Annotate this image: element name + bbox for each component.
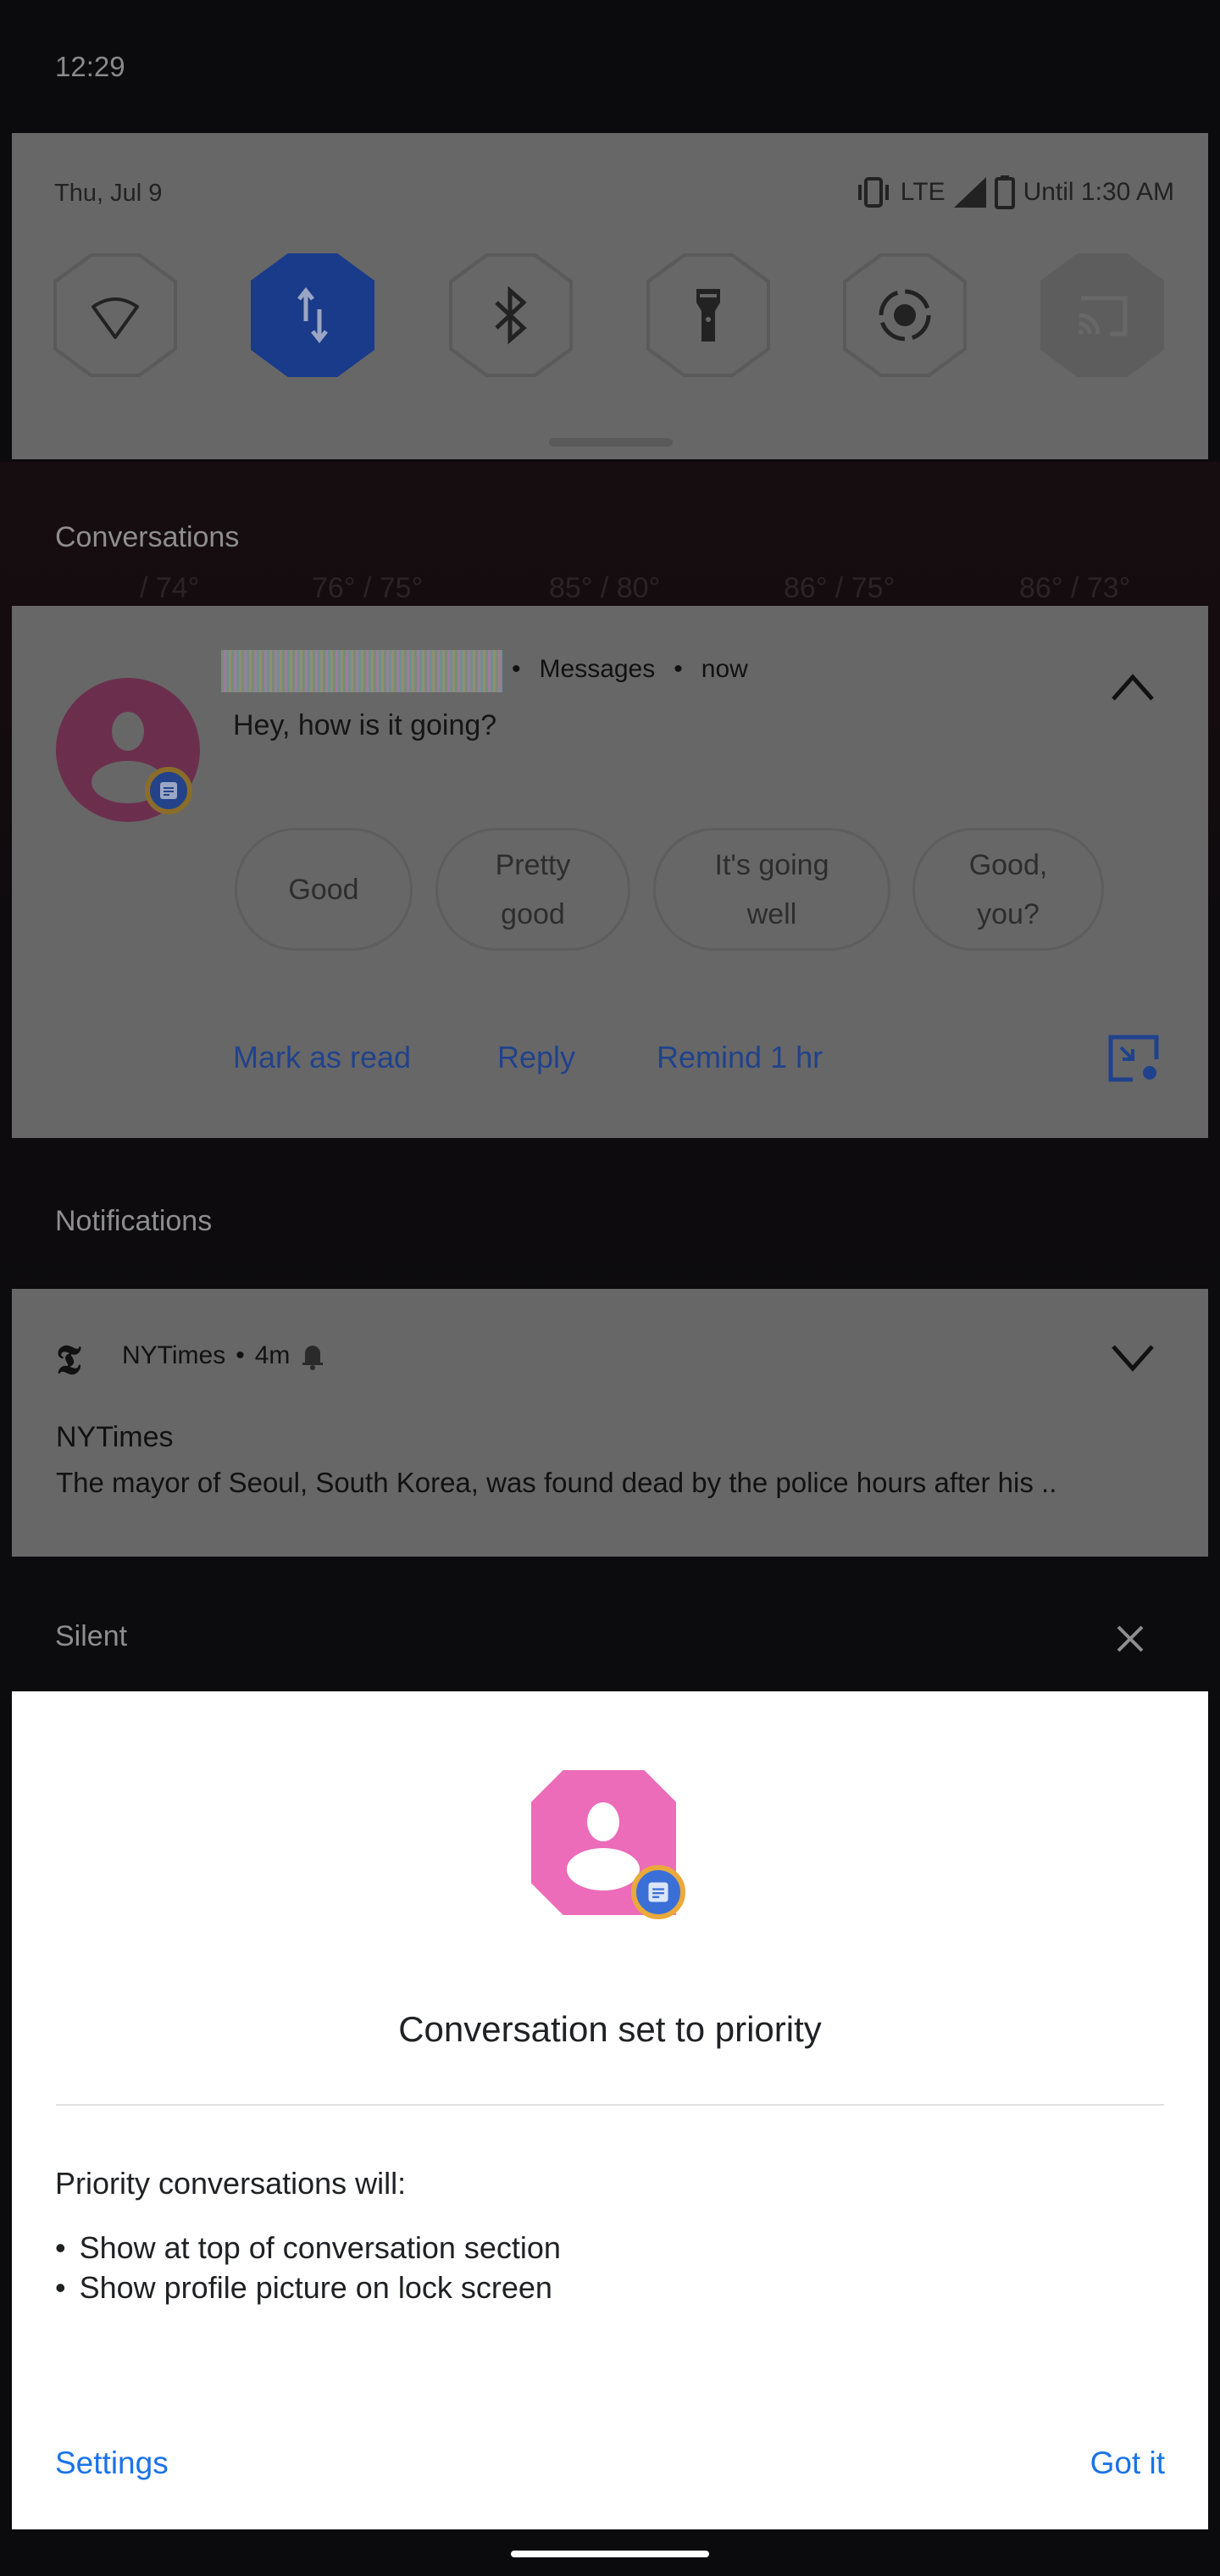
silent-header: Silent xyxy=(55,1620,128,1652)
network-type: LTE xyxy=(900,178,946,206)
weather-temp: 86° / 73° xyxy=(1019,572,1131,604)
drag-handle[interactable] xyxy=(549,438,673,447)
nytimes-notification[interactable]: 𝕿 NYTimes • 4m NYTimes The mayor of Seou… xyxy=(12,1289,1208,1557)
reply-button[interactable]: Reply xyxy=(497,1040,575,1075)
flashlight-tile[interactable] xyxy=(646,253,770,377)
mark-as-read-button[interactable]: Mark as read xyxy=(233,1040,411,1075)
conversation-notification[interactable]: • Messages • now Hey, how is it going? G… xyxy=(12,606,1208,1138)
separator-dot: • xyxy=(236,1341,245,1369)
notification-title: NYTimes xyxy=(56,1421,174,1453)
battery-icon xyxy=(994,175,1015,209)
priority-conversation-sheet: Conversation set to priority Priority co… xyxy=(12,1691,1208,2529)
wifi-tile[interactable] xyxy=(53,253,177,377)
message-text: Hey, how is it going? xyxy=(233,709,497,741)
quick-settings-panel: Thu, Jul 9 LTE Until 1:30 AM xyxy=(12,133,1208,459)
avatar-head xyxy=(112,712,144,751)
mobile-data-tile[interactable] xyxy=(251,253,374,377)
auto-rotate-tile[interactable] xyxy=(843,253,967,377)
collapse-chevron-icon[interactable] xyxy=(1110,672,1156,702)
message-icon xyxy=(648,1882,668,1902)
weather-temp: 86° / 75° xyxy=(784,572,896,604)
redacted-contact-name xyxy=(221,650,502,692)
app-name: Messages xyxy=(539,655,656,683)
vibrate-icon xyxy=(857,177,889,208)
notification-body: The mayor of Seoul, South Korea, was fou… xyxy=(56,1467,1057,1498)
got-it-button[interactable]: Got it xyxy=(1090,2446,1165,2481)
date[interactable]: Thu, Jul 9 xyxy=(54,180,162,208)
app-name: NYTimes xyxy=(122,1341,226,1369)
smart-reply-chip[interactable]: It's going well xyxy=(653,828,890,951)
data-arrows-icon xyxy=(297,286,328,344)
smart-reply-chip[interactable]: Good xyxy=(235,828,413,951)
weather-temp: 76° / 75° xyxy=(312,572,424,604)
remind-button[interactable]: Remind 1 hr xyxy=(657,1040,823,1075)
bullet-item: • Show at top of conversation section xyxy=(55,2230,561,2265)
weather-temp: / 74° xyxy=(140,572,200,604)
timestamp: 4m xyxy=(254,1341,291,1369)
separator-dot: • xyxy=(512,655,521,683)
bluetooth-icon xyxy=(495,286,527,345)
avatar-head xyxy=(587,1802,619,1841)
rotate-icon xyxy=(879,289,931,341)
bullet: • xyxy=(55,2230,66,2265)
nytimes-logo-icon: 𝕿 xyxy=(56,1336,81,1384)
smart-reply-chip[interactable]: Pretty good xyxy=(435,828,630,951)
messages-app-badge xyxy=(631,1865,685,1919)
bullet-item: • Show profile picture on lock screen xyxy=(55,2270,552,2305)
weather-temp: 85° / 80° xyxy=(549,572,661,604)
sheet-intro: Priority conversations will: xyxy=(55,2166,407,2201)
wifi-icon xyxy=(92,297,139,339)
message-icon xyxy=(160,782,177,799)
flashlight-icon xyxy=(696,289,720,341)
status-icons: LTE Until 1:30 AM xyxy=(855,175,1174,209)
sheet-title: Conversation set to priority xyxy=(398,2009,822,2049)
status-time: 12:29 xyxy=(55,51,125,82)
avatar-body xyxy=(567,1848,640,1890)
gesture-nav-handle[interactable] xyxy=(511,2551,709,2557)
bluetooth-tile[interactable] xyxy=(449,253,573,377)
divider xyxy=(56,2104,1164,2106)
conversations-header: Conversations xyxy=(55,521,240,553)
messages-app-badge xyxy=(145,767,192,814)
bubble-icon[interactable] xyxy=(1107,1034,1160,1083)
cast-icon xyxy=(1079,296,1128,336)
battery-text: Until 1:30 AM xyxy=(1023,178,1174,206)
settings-button[interactable]: Settings xyxy=(55,2446,169,2481)
dismiss-silent-icon[interactable] xyxy=(1115,1624,1145,1654)
timestamp: now xyxy=(701,655,748,683)
bullet: • xyxy=(55,2270,66,2305)
separator-dot: • xyxy=(674,655,683,683)
notifications-header: Notifications xyxy=(55,1205,213,1237)
cast-tile[interactable] xyxy=(1040,253,1164,377)
signal-icon xyxy=(953,177,986,208)
smart-reply-chip[interactable]: Good, you? xyxy=(912,828,1104,951)
alerting-bell-icon xyxy=(302,1346,324,1370)
expand-chevron-icon[interactable] xyxy=(1110,1343,1156,1374)
